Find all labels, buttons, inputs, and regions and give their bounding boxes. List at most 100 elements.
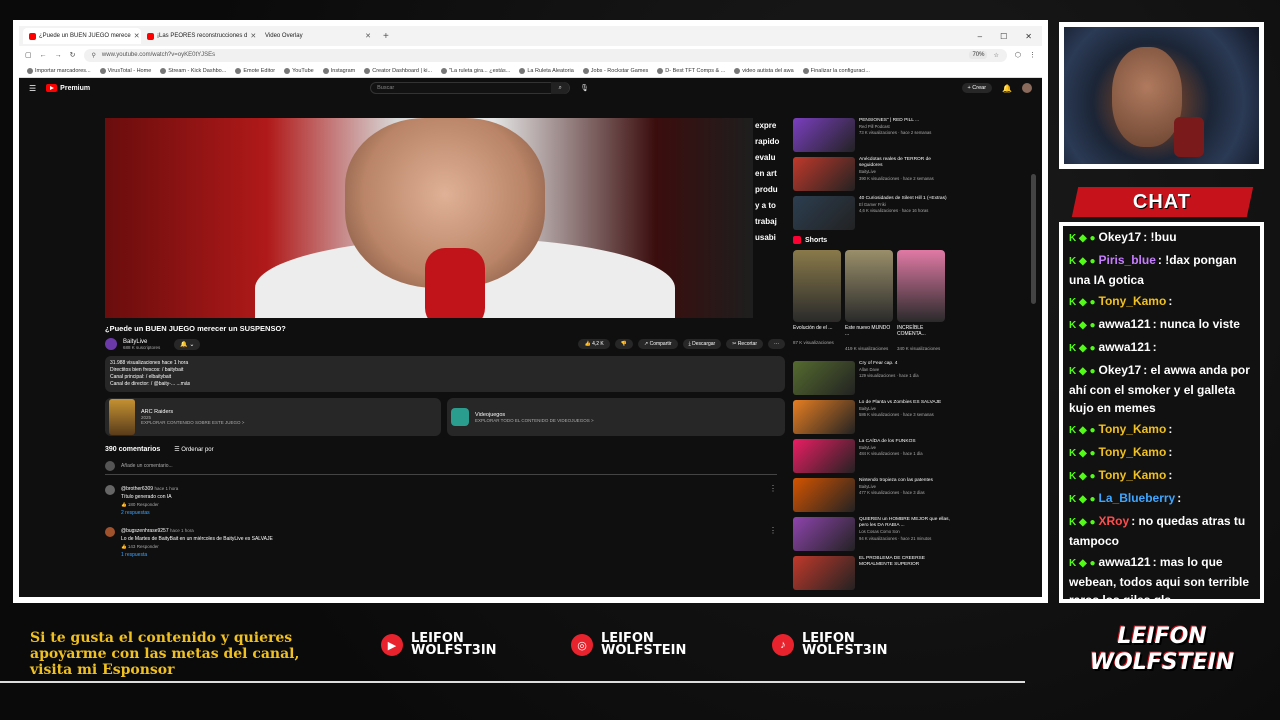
bookmark-item[interactable]: "La ruleta gira... ¿estás... — [441, 67, 510, 74]
bookmark-item[interactable]: Importar marcadores... — [27, 67, 91, 74]
like-icon[interactable]: 👍 — [121, 544, 128, 549]
bookmark-item[interactable]: Creator Dashboard | ki... — [364, 67, 432, 74]
share-button[interactable]: ↗ Compartir — [637, 339, 678, 349]
short-item[interactable]: Evolución de el ... 87 K visualizaciones — [793, 250, 841, 355]
rec-video[interactable]: Nintendo tropieza con las patentes BaityL… — [793, 478, 953, 512]
rec-thumbnail[interactable] — [793, 118, 855, 152]
clip-button[interactable]: ✂ Recortar — [726, 339, 763, 349]
extensions-icon[interactable]: ⬡ — [1015, 51, 1021, 59]
search-input[interactable]: Buscar ⌕ — [370, 82, 571, 94]
more-actions-button[interactable]: ··· — [768, 339, 785, 349]
like-icon[interactable]: 👍 — [121, 502, 128, 507]
bookmark-item[interactable]: VirusTotal - Home — [99, 67, 151, 74]
chat-username[interactable]: La_Blueberry — [1099, 491, 1176, 505]
zoom-indicator[interactable]: 70% — [969, 51, 988, 59]
close-icon[interactable]: ✕ — [134, 32, 140, 40]
notifications-icon[interactable]: 🔔 — [1002, 84, 1012, 93]
bookmark-item[interactable]: La Ruleta Aleatoria — [519, 67, 574, 74]
short-thumbnail[interactable] — [793, 250, 841, 322]
rec-thumbnail[interactable] — [793, 400, 855, 434]
rec-thumbnail[interactable] — [793, 361, 855, 395]
tab-video-overlay[interactable]: Video Overlay ✕ — [259, 28, 377, 44]
commenter-avatar[interactable] — [105, 527, 115, 537]
avatar[interactable] — [1022, 83, 1032, 93]
back-icon[interactable]: ← — [40, 52, 47, 59]
rec-thumbnail[interactable] — [793, 439, 855, 473]
short-item[interactable]: INCREÍBLE COMENTA... 340 K visualizacione… — [897, 250, 945, 355]
video-description[interactable]: 31.988 visualizaciones hace 1 hora Direc… — [105, 356, 785, 392]
rec-video[interactable]: QUIEREN un HOMBRE MEJOR que ellas, pero … — [793, 517, 953, 551]
search-icon[interactable]: ⌕ — [551, 82, 570, 94]
game-explore-link[interactable]: EXPLORAR CONTENIDO SOBRE ESTE JUEGO > — [141, 420, 244, 425]
url-input[interactable]: ⚲ www.youtube.com/watch?v=oyKE0tYJSEs 70% ☆ — [83, 48, 1007, 62]
chat-username[interactable]: Piris_blue — [1099, 253, 1156, 267]
bookmark-item[interactable]: video autista del awa — [734, 67, 794, 74]
reply-button[interactable]: Responder — [137, 502, 159, 507]
microphone-icon[interactable]: 🎙 — [580, 84, 589, 92]
chat-username[interactable]: awwa121 — [1099, 555, 1151, 569]
chat-username[interactable]: awwa121 — [1099, 340, 1151, 354]
bookmark-item[interactable]: D- Best TFT Comps & ... — [657, 67, 725, 74]
replies-toggle[interactable]: 1 respuesta — [121, 551, 273, 559]
rec-video[interactable]: 40 Curiosidades de Silent Hill 1 (+Extra… — [793, 196, 953, 230]
create-button[interactable]: + Crear — [961, 83, 993, 93]
subscribe-bell-button[interactable]: 🔔 ⌄ — [174, 338, 201, 350]
hamburger-menu-icon[interactable]: ☰ — [29, 84, 36, 93]
page-scrollbar[interactable] — [1031, 174, 1036, 304]
video-player[interactable] — [105, 118, 753, 318]
rec-video[interactable]: Cry of Fear cap. 4 Allan Dave 129 visualiz… — [793, 361, 953, 395]
rec-video[interactable]: Lo de Planta vs Zombies ES SALVAJE BaityL… — [793, 400, 953, 434]
site-info-icon[interactable]: ⚲ — [92, 52, 96, 59]
chat-username[interactable]: XRoy — [1099, 514, 1130, 528]
sidebar-toggle-icon[interactable]: ▢ — [25, 51, 32, 59]
chat-username[interactable]: Tony_Kamo — [1099, 468, 1167, 482]
tab-second-video[interactable]: ¡Las PEORES reconstrucciones d ✕ — [141, 28, 259, 44]
menu-icon[interactable]: ⋮ — [1029, 51, 1036, 59]
chat-username[interactable]: awwa121 — [1099, 317, 1151, 331]
bookmark-item[interactable]: YouTube — [284, 67, 314, 74]
star-icon[interactable]: ☆ — [993, 52, 998, 59]
chat-username[interactable]: Tony_Kamo — [1099, 422, 1167, 436]
short-thumbnail[interactable] — [897, 250, 945, 322]
bookmark-item[interactable]: Jobs - Rockstar Games — [582, 67, 648, 74]
rec-video[interactable]: PENSIONES" | RED PILL ... Red Pill Podcas… — [793, 118, 953, 152]
close-window-icon[interactable]: ✕ — [1025, 32, 1032, 41]
add-comment-input[interactable]: Añade un comentario... — [105, 461, 777, 475]
replies-toggle[interactable]: 2 respuestas — [121, 509, 178, 517]
minimize-icon[interactable]: – — [978, 32, 982, 41]
commenter-avatar[interactable] — [105, 485, 115, 495]
download-button[interactable]: ⤓ Descargar — [682, 339, 722, 349]
social-link[interactable]: ▶ LEIFON WOLFST3IN — [381, 632, 497, 657]
chat-username[interactable]: Tony_Kamo — [1099, 445, 1167, 459]
rec-video[interactable]: La CAÍDA de los FUNKOS BaityLive 484 K vis… — [793, 439, 953, 473]
category-explore-link[interactable]: EXPLORAR TODO EL CONTENIDO DE VIDEOJUEGO… — [475, 418, 594, 423]
chat-username[interactable]: Tony_Kamo — [1099, 294, 1167, 308]
category-card[interactable]: Videojuegos EXPLORAR TODO EL CONTENIDO DE… — [447, 398, 785, 436]
game-card[interactable]: ARC Raiders 2025 EXPLORAR CONTENIDO SOBRE … — [105, 398, 441, 436]
rec-thumbnail[interactable] — [793, 478, 855, 512]
bookmark-item[interactable]: Instagram — [322, 67, 355, 74]
comment-user[interactable]: @brother6309 — [121, 486, 153, 492]
channel-avatar[interactable] — [105, 338, 117, 350]
comment-user[interactable]: @bugszenhrase9257 — [121, 528, 169, 534]
new-tab-button[interactable]: + — [377, 31, 395, 42]
close-icon[interactable]: ✕ — [365, 32, 371, 40]
close-icon[interactable]: ✕ — [250, 32, 256, 40]
chat-username[interactable]: Okey17 — [1099, 363, 1142, 377]
dislike-button[interactable]: 👎 — [614, 339, 633, 349]
rec-thumbnail[interactable] — [793, 517, 855, 551]
comment-menu-icon[interactable]: ⋮ — [769, 527, 777, 535]
like-button[interactable]: 👍 4,2 K — [578, 339, 610, 349]
comment-menu-icon[interactable]: ⋮ — [769, 485, 777, 493]
social-link[interactable]: ◎ LEIFON WOLFSTEIN — [571, 632, 686, 657]
rec-thumbnail[interactable] — [793, 556, 855, 590]
maximize-icon[interactable]: ☐ — [1000, 32, 1007, 41]
rec-thumbnail[interactable] — [793, 157, 855, 191]
rec-thumbnail[interactable] — [793, 196, 855, 230]
bookmark-item[interactable]: Finalizar la configuraci... — [802, 67, 870, 74]
sort-button[interactable]: ☰ Ordenar por — [174, 446, 213, 453]
bookmark-item[interactable]: Emote Editor — [235, 67, 275, 74]
bookmark-item[interactable]: Stream - Kick Dashbo... — [160, 67, 226, 74]
short-item[interactable]: Este nuevo MUNDO ... 419 K visualizacione… — [845, 250, 893, 355]
short-thumbnail[interactable] — [845, 250, 893, 322]
